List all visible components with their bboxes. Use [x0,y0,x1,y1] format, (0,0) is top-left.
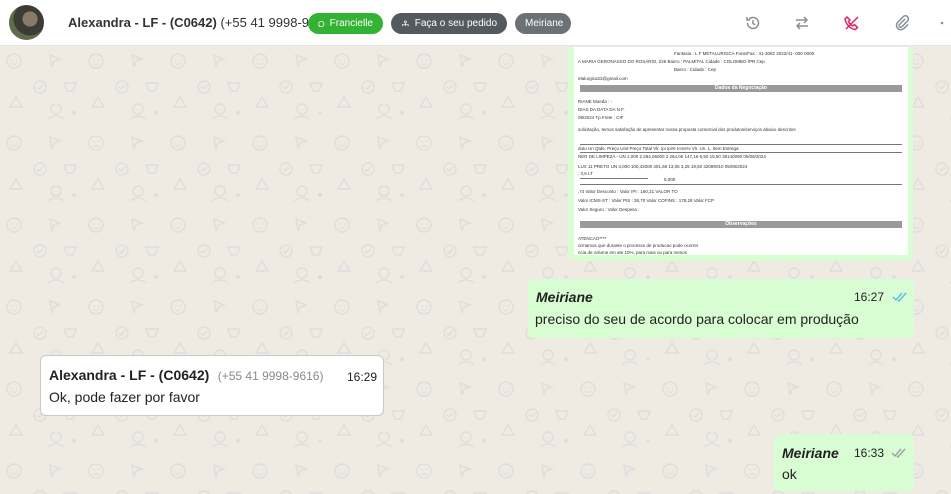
chat-area[interactable]: Fantasia : L F METALURGICA Fone/Fax : 41… [0,47,951,494]
tag-label: Faça o seu pedido [414,18,497,29]
attach-button[interactable] [892,13,912,33]
more-button[interactable] [936,13,948,33]
doc-section-bar: Observações [580,221,902,228]
doc-observation-row: ormamos que durante o processo de produc… [578,243,699,248]
history-icon [746,16,760,30]
doc-table-row: LUX 11 PRETO UN 4,000 100,42000 401,68 1… [578,164,748,169]
doc-observation-row: ATENCAO**** [578,236,607,241]
doc-line [580,144,902,145]
contact-name: Alexandra - LF - (C0642) [68,15,217,30]
doc-observation-row: ncia de volume em ate 10%, para mais ou … [578,250,688,255]
attachment-icon [895,15,910,31]
doc-table-row: NER DE LIMPEZA - UN 1,000 2.264,06000 2.… [578,154,766,159]
doc-negotiation-row: RIANE Moeda : - [578,99,613,104]
document-image-message[interactable]: Fantasia : L F METALURGICA Fone/Fax : 41… [568,47,913,261]
doc-totals-row: Valor Seguro : Valor Despesa : [578,207,640,212]
read-double-check-icon [892,292,907,302]
message-bubble-outgoing[interactable]: Meiriane 16:33 ok [774,434,914,491]
doc-header-row: Fantasia : L F METALURGICA Fone/Fax : 41… [674,51,815,56]
doc-intro: solicitação, temos satisfação de apresen… [578,127,796,132]
tag-label: Meiriane [525,18,564,29]
doc-line [580,184,902,185]
message-time: 16:29 [347,370,378,384]
doc-header-row: etalurgica23@gmail.com [578,76,628,81]
chat-header: Alexandra - LF - (C0642) (+55 41 9998-96… [0,0,951,46]
proposal-document-preview: Fantasia : L F METALURGICA Fone/Fax : 41… [574,47,908,255]
doc-section-bar: Dados da Negociação [580,85,902,92]
doc-table-header: duto Un Qtde. Preço Unit Preço Total Vlr… [578,146,739,151]
doc-header-row: Bairro : Cidade : Cep [674,67,717,72]
doc-negotiation-row: 08/2024 Tp.Frete : CIF [578,115,624,120]
more-icon [940,21,944,25]
tag-order[interactable]: Faça o seu pedido [391,13,507,34]
message-time: 16:27 [854,290,885,304]
message-time: 16:33 [854,446,885,460]
message-bubble-outgoing[interactable]: Meiriane 16:27 preciso do seu de acordo … [528,279,914,338]
doc-section-title: Dados da Negociação [715,85,767,91]
end-call-button[interactable] [842,13,862,33]
doc-header-row: A MARIA GERONASSO DO ROSÁRIO, 226 Bairro… [578,59,765,64]
end-call-icon [844,15,859,31]
message-text: Ok, pode fazer por favor [49,389,200,405]
message-bubble-incoming[interactable]: Alexandra - LF - (C0642) (+55 41 9998-96… [40,355,384,416]
message-text: ok [782,466,797,482]
hierarchy-icon [402,19,409,26]
doc-line [580,178,648,179]
tag-meiriane[interactable]: Meiriane [515,13,571,34]
doc-totals-row: Valor ICMS-ST : Valor PIS : 38,70 Valor … [578,198,715,203]
message-sender: Alexandra - LF - (C0642) [49,367,210,383]
message-sender-phone: (+55 41 9998-9616) [217,369,324,383]
doc-subtotal: 5,000 [664,177,676,182]
doc-section-title: Observações [725,221,757,227]
tag-francielle[interactable]: Francielle [308,13,383,34]
message-header: Alexandra - LF - (C0642) (+55 41 9998-96… [49,367,323,385]
message-text: preciso do seu de acordo para colocar em… [535,311,859,327]
transfer-button[interactable] [792,13,812,33]
contact-avatar[interactable] [9,5,44,40]
message-sender: Meiriane [782,445,839,461]
doc-negotiation-row: DIAS DA DATA DA N.F. [578,107,625,112]
whatsapp-icon [318,20,325,27]
message-sender: Meiriane [536,289,593,305]
doc-line [580,152,902,153]
delivered-double-check-icon [891,448,906,458]
contact-title[interactable]: Alexandra - LF - (C0642) (+55 41 9998-96… [68,15,335,30]
history-button[interactable] [743,13,763,33]
tag-label: Francielle [329,18,373,29]
doc-totals-row: ,74 Valor Desconto : Valor IPI : 160,21 … [578,189,678,194]
doc-table-row: ; 3,6 LT [578,171,593,176]
transfer-icon [795,16,809,30]
